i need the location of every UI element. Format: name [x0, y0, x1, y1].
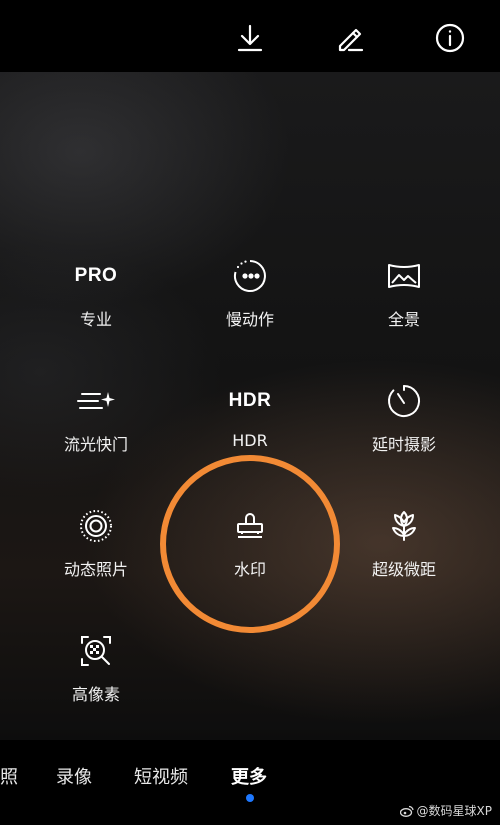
top-toolbar	[0, 0, 500, 72]
mode-moving-picture[interactable]: 动态照片	[31, 508, 161, 580]
mode-label: 延时摄影	[371, 435, 436, 454]
pro-text-icon: PRO	[74, 265, 118, 286]
mode-super-macro[interactable]: 超级微距	[339, 508, 469, 580]
tab-video[interactable]: 录像	[56, 763, 92, 789]
mode-label: 专业	[79, 310, 112, 329]
light-painting-icon	[31, 383, 161, 419]
mode-panorama[interactable]: 全景	[339, 258, 469, 330]
timer-icon	[339, 383, 469, 419]
watermark-text: @数码星球XP	[416, 804, 492, 818]
source-watermark: @数码星球XP	[399, 802, 492, 819]
mode-slow-motion[interactable]: 慢动作	[185, 258, 315, 330]
mode-label: HDR	[232, 431, 268, 450]
mode-high-res[interactable]: 高像素	[31, 633, 161, 705]
mode-label: 高像素	[71, 685, 120, 704]
moving-picture-icon	[31, 508, 161, 544]
active-tab-indicator	[246, 794, 254, 802]
mode-time-lapse[interactable]: 延时摄影	[339, 383, 469, 455]
mode-tab-bar: 照 录像 短视频 更多 @数码星球XP	[0, 740, 500, 825]
tab-more[interactable]: 更多	[231, 763, 267, 789]
flower-icon	[339, 508, 469, 544]
weibo-icon	[399, 805, 414, 817]
mode-hdr[interactable]: HDR HDR	[185, 383, 315, 450]
mode-pro[interactable]: PRO 专业	[31, 258, 161, 330]
info-icon[interactable]	[430, 18, 470, 58]
pencil-icon[interactable]	[330, 18, 370, 58]
slow-motion-icon	[185, 258, 315, 294]
mode-label: 超级微距	[371, 560, 436, 579]
mode-label: 水印	[233, 560, 266, 579]
tab-short-video[interactable]: 短视频	[134, 763, 188, 789]
mode-label: 全景	[387, 310, 420, 329]
mode-label: 慢动作	[225, 310, 274, 329]
mode-light-painting[interactable]: 流光快门	[31, 383, 161, 455]
mode-watermark[interactable]: 水印	[185, 508, 315, 580]
mode-label: 流光快门	[63, 435, 128, 454]
download-icon[interactable]	[230, 18, 270, 58]
tab-photo[interactable]: 照	[0, 763, 18, 789]
hdr-text-icon: HDR	[228, 390, 272, 411]
stamp-icon	[185, 508, 315, 544]
panorama-icon	[339, 258, 469, 294]
high-res-icon	[31, 633, 161, 669]
mode-label: 动态照片	[63, 560, 128, 579]
